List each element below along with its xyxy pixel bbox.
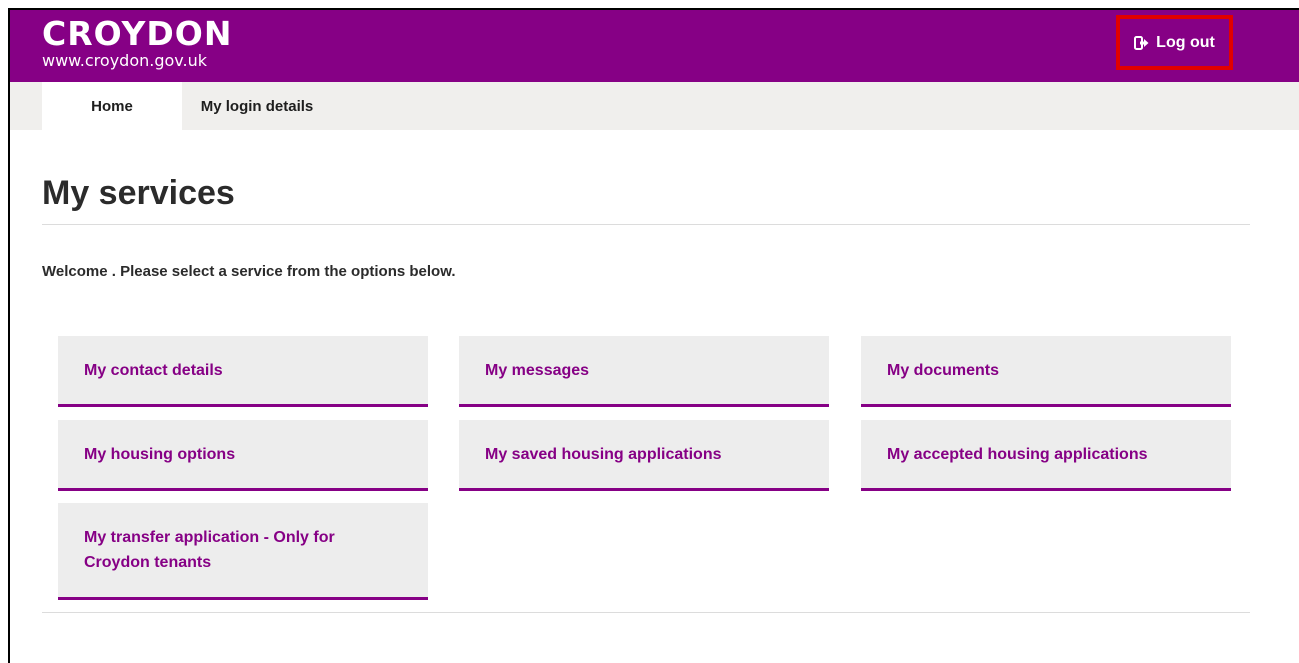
service-label: My documents: [887, 361, 1000, 379]
browser-frame: CROYDON www.croydon.gov.uk Log out Home …: [8, 8, 1299, 663]
tab-home[interactable]: Home: [42, 82, 182, 130]
service-label: My accepted housing applications: [887, 445, 1148, 463]
service-label: My contact details: [84, 361, 223, 379]
service-label: My transfer application - Only for Croyd…: [84, 529, 335, 571]
logout-icon: [1134, 35, 1150, 51]
welcome-text: Welcome . Please select a service from t…: [42, 263, 456, 280]
main-nav: Home My login details: [10, 82, 1299, 130]
service-my-documents[interactable]: My documents: [861, 336, 1231, 407]
service-my-accepted-housing-applications[interactable]: My accepted housing applications: [861, 420, 1231, 491]
site-header: CROYDON www.croydon.gov.uk Log out: [10, 10, 1299, 82]
service-my-messages[interactable]: My messages: [459, 336, 829, 407]
logout-label: Log out: [1156, 33, 1215, 51]
service-my-housing-options[interactable]: My housing options: [58, 420, 428, 491]
croydon-logo[interactable]: CROYDON www.croydon.gov.uk: [42, 16, 232, 70]
logout-button[interactable]: Log out: [1134, 34, 1215, 52]
service-my-transfer-application[interactable]: My transfer application - Only for Croyd…: [58, 503, 428, 600]
logout-highlight: Log out: [1116, 15, 1233, 70]
tab-my-login-details[interactable]: My login details: [182, 82, 332, 130]
logo-url: www.croydon.gov.uk: [42, 51, 207, 70]
service-label: My messages: [485, 361, 590, 379]
service-my-contact-details[interactable]: My contact details: [58, 336, 428, 407]
service-label: My housing options: [84, 445, 236, 463]
service-label: My saved housing applications: [485, 445, 722, 463]
logo-name: CROYDON: [42, 14, 233, 53]
title-divider: [42, 224, 1250, 225]
service-my-saved-housing-applications[interactable]: My saved housing applications: [459, 420, 829, 491]
page-title: My services: [42, 174, 235, 212]
content-divider: [42, 612, 1250, 613]
